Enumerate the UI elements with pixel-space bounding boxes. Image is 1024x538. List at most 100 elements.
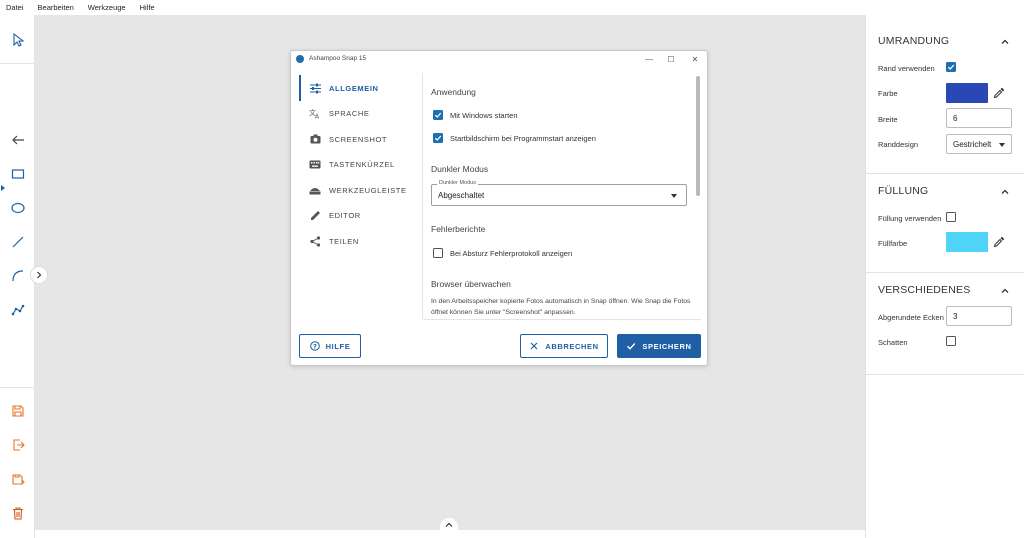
dark-mode-select-value: Abgeschaltet: [438, 191, 485, 200]
save-button[interactable]: SPEICHERN: [617, 334, 701, 358]
error-log-option[interactable]: Bei Absturz Fehlerprotokoll anzeigen: [433, 248, 572, 258]
border-design-label: Randdesign: [878, 140, 919, 149]
rounded-corners-input[interactable]: 3: [946, 306, 1012, 326]
border-use-checkbox[interactable]: [946, 62, 956, 72]
ellipse-icon: [10, 202, 25, 214]
app-logo-icon: [296, 55, 304, 63]
share-icon: [309, 235, 321, 247]
line-icon: [12, 236, 23, 248]
save-as-tool-button[interactable]: [0, 464, 35, 494]
check-icon: [434, 112, 442, 118]
dark-mode-select[interactable]: Dunkler Modus Abgeschaltet: [431, 180, 687, 206]
ellipse-tool-button[interactable]: [0, 193, 35, 223]
svg-text:A: A: [315, 113, 320, 119]
chevron-right-icon: [37, 271, 42, 279]
arrow-left-icon: [11, 135, 24, 145]
help-button-label: HILFE: [325, 341, 351, 351]
close-button[interactable]: ✕: [687, 52, 703, 66]
cancel-button-label: ABBRECHEN: [545, 341, 599, 351]
delete-tool-button[interactable]: [0, 498, 35, 528]
cancel-button[interactable]: ABBRECHEN: [520, 334, 608, 358]
dark-mode-select-label: Dunkler Modus: [437, 180, 478, 186]
trash-icon: [12, 507, 23, 520]
eyedropper-icon[interactable]: [993, 87, 1005, 99]
select-tool-button[interactable]: [0, 25, 35, 55]
settings-dialog: Ashampoo Snap 15 — ☐ ✕ ALLGEMEIN 文A SPRA…: [290, 50, 708, 366]
nav-label: TEILEN: [329, 236, 359, 246]
nav-item-sprache[interactable]: 文A SPRACHE: [299, 102, 419, 124]
save-button-label: SPEICHERN: [642, 341, 692, 351]
expand-bottom-panel-button[interactable]: [440, 518, 458, 532]
eyedropper-icon[interactable]: [993, 236, 1005, 248]
chevron-up-icon[interactable]: [1000, 37, 1010, 47]
nav-item-teilen[interactable]: TEILEN: [299, 230, 419, 252]
fill-use-checkbox[interactable]: [946, 212, 956, 222]
startscreen-checkbox[interactable]: [433, 133, 443, 143]
minimize-icon: —: [645, 54, 653, 64]
nav-item-screenshot[interactable]: SCREENSHOT: [299, 128, 419, 150]
rectangle-tool-button[interactable]: [0, 159, 35, 189]
verschiedenes-header[interactable]: VERSCHIEDENES: [878, 284, 970, 296]
rectangle-icon: [11, 169, 24, 179]
nav-label: SPRACHE: [329, 108, 370, 118]
expand-left-panel-button[interactable]: [30, 266, 48, 284]
nav-label: SCREENSHOT: [329, 134, 388, 144]
menu-hilfe[interactable]: Hilfe: [140, 3, 155, 12]
cursor-icon: [12, 33, 25, 47]
chevron-up-icon[interactable]: [1000, 286, 1010, 296]
startscreen-option[interactable]: Startbildschirm bei Programmstart anzeig…: [433, 133, 596, 143]
tune-icon: [309, 82, 321, 94]
minimize-button[interactable]: —: [641, 52, 657, 66]
fuellung-header[interactable]: FÜLLUNG: [878, 185, 928, 197]
translate-icon: 文A: [309, 107, 321, 119]
nav-item-allgemein[interactable]: ALLGEMEIN: [299, 77, 419, 99]
dark-mode-heading: Dunkler Modus: [431, 164, 489, 174]
polyline-tool-button[interactable]: [0, 295, 35, 325]
windows-start-option[interactable]: Mit Windows starten: [433, 110, 518, 120]
save-tool-button[interactable]: [0, 396, 35, 426]
menu-werkzeuge[interactable]: Werkzeuge: [88, 3, 126, 12]
nav-item-tastenkuerzel[interactable]: TASTENKÜRZEL: [299, 153, 419, 175]
windows-start-label: Mit Windows starten: [450, 110, 518, 120]
camera-icon: [309, 133, 321, 145]
settings-content[interactable]: Anwendung Mit Windows starten Startbilds…: [422, 73, 702, 318]
pencil-icon: [309, 209, 321, 221]
browser-description: In den Arbeitsspeicher kopierte Fotos au…: [431, 298, 691, 316]
fill-color-label: Füllfarbe: [878, 239, 908, 248]
dropdown-caret-icon: [671, 194, 677, 198]
properties-panel: UMRANDUNG Rand verwenden Farbe Breite 6 …: [865, 15, 1024, 538]
chevron-up-icon[interactable]: [1000, 187, 1010, 197]
toolbar-icon: [309, 184, 321, 196]
umrandung-header[interactable]: UMRANDUNG: [878, 35, 949, 47]
export-tool-button[interactable]: [0, 430, 35, 460]
svg-text:?: ?: [313, 342, 317, 350]
error-log-label: Bei Absturz Fehlerprotokoll anzeigen: [450, 248, 573, 258]
menu-datei[interactable]: Datei: [6, 3, 24, 12]
border-color-swatch[interactable]: [946, 83, 988, 103]
back-button[interactable]: [0, 125, 35, 155]
menu-bearbeiten[interactable]: Bearbeiten: [38, 3, 74, 12]
startscreen-label: Startbildschirm bei Programmstart anzeig…: [450, 133, 596, 143]
nav-item-editor[interactable]: EDITOR: [299, 204, 419, 226]
nav-label: TASTENKÜRZEL: [329, 159, 395, 169]
line-tool-button[interactable]: [0, 227, 35, 257]
keyboard-icon: [309, 158, 321, 170]
section-divider: [866, 272, 1024, 273]
fill-use-label: Füllung verwenden: [878, 214, 942, 223]
error-log-checkbox[interactable]: [433, 248, 443, 258]
shadow-checkbox[interactable]: [946, 336, 956, 346]
maximize-button[interactable]: ☐: [663, 52, 679, 66]
errors-heading: Fehlerberichte: [431, 224, 486, 234]
fill-color-swatch[interactable]: [946, 232, 988, 252]
check-icon: [947, 64, 955, 70]
nav-item-werkzeugleiste[interactable]: WERKZEUGLEISTE: [299, 179, 419, 201]
chevron-up-icon: [445, 522, 453, 527]
polyline-icon: [11, 304, 24, 316]
help-button[interactable]: ? HILFE: [299, 334, 361, 358]
content-scrollbar[interactable]: [696, 76, 700, 196]
anwendung-heading: Anwendung: [431, 87, 476, 97]
toolbar-divider: [0, 63, 35, 64]
border-design-select[interactable]: Gestrichelt: [946, 134, 1012, 154]
border-width-input[interactable]: 6: [946, 108, 1012, 128]
windows-start-checkbox[interactable]: [433, 110, 443, 120]
